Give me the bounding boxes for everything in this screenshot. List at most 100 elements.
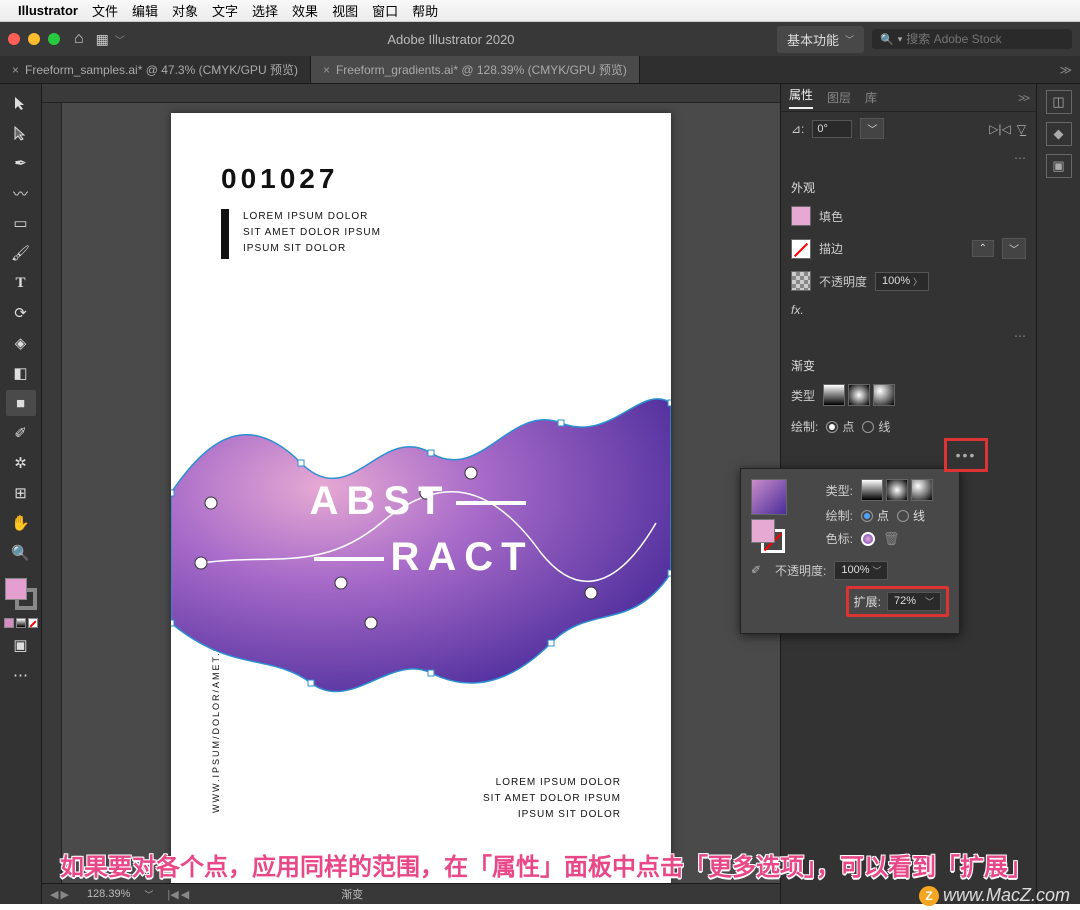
screen-mode[interactable]: ▣ (6, 632, 36, 658)
stroke-weight-dropdown[interactable]: ﹀ (1002, 238, 1026, 259)
pen-tool[interactable]: ✒ (6, 150, 36, 176)
menu-effect[interactable]: 效果 (292, 1, 318, 20)
panel-icon-1[interactable]: ◫ (1046, 90, 1072, 114)
popup-line-radio[interactable]: 线 (897, 507, 925, 524)
menu-type[interactable]: 文字 (212, 1, 238, 20)
draw-point-radio[interactable]: 点 (826, 418, 854, 435)
gradient-thumbnail[interactable] (751, 479, 787, 515)
zoom-tool[interactable]: 🔍 (6, 540, 36, 566)
edit-toolbar[interactable]: ⋯ (6, 662, 36, 688)
fill-stroke-indicator[interactable] (5, 578, 37, 610)
menu-edit[interactable]: 编辑 (132, 1, 158, 20)
menu-help[interactable]: 帮助 (412, 1, 438, 20)
direct-selection-tool[interactable] (6, 120, 36, 146)
popup-freeform-btn[interactable] (911, 479, 933, 501)
maximize-button[interactable] (48, 33, 60, 45)
stock-search[interactable]: 🔍 ▾ (872, 29, 1072, 49)
menu-window[interactable]: 窗口 (372, 1, 398, 20)
draw-line-radio[interactable]: 线 (862, 418, 890, 435)
rectangle-tool[interactable]: ▭ (6, 210, 36, 236)
stroke-row[interactable]: 描边 ⌃ ﹀ (781, 232, 1036, 265)
tab-doc-2[interactable]: × Freeform_gradients.ai* @ 128.39% (CMYK… (311, 56, 640, 83)
popup-fill[interactable] (751, 519, 775, 543)
menu-view[interactable]: 视图 (332, 1, 358, 20)
opacity-row[interactable]: 不透明度 100%〉 (781, 265, 1036, 297)
fill-swatch[interactable] (5, 578, 27, 600)
ruler-horizontal[interactable] (42, 84, 780, 103)
popup-linear-btn[interactable] (861, 479, 883, 501)
home-icon[interactable]: ⌂ (74, 30, 84, 48)
curvature-tool[interactable]: 〰 (6, 180, 36, 206)
popup-opacity-value[interactable]: 100%﹀ (834, 561, 888, 580)
workspace-selector[interactable]: 基本功能 ﹀ (777, 26, 864, 53)
symbol-sprayer-tool[interactable]: ✲ (6, 450, 36, 476)
panel-menu-icon[interactable]: ⋯ (1014, 151, 1026, 165)
artboard-tool[interactable]: ⊞ (6, 480, 36, 506)
tab-overflow[interactable]: ≫ (1051, 63, 1080, 77)
flip-h-icon[interactable]: ▷|◁ (989, 122, 1011, 136)
color-mode-swatch[interactable] (4, 618, 14, 628)
nav-arrows[interactable]: ◀▶ (50, 888, 69, 901)
collapse-icon[interactable]: >> (1018, 91, 1028, 105)
eraser-tool[interactable]: ◧ (6, 360, 36, 386)
zoom-chevron[interactable]: ﹀ (144, 888, 153, 901)
brush-tool[interactable]: 🖌 (6, 240, 36, 266)
arrange-docs-icon[interactable]: ▦ (96, 31, 109, 48)
tab-doc-1[interactable]: × Freeform_samples.ai* @ 47.3% (CMYK/GPU… (0, 56, 311, 83)
fx-row[interactable]: fx. (781, 297, 1036, 323)
opacity-swatch[interactable] (791, 271, 811, 291)
close-icon[interactable]: × (12, 63, 19, 77)
stroke-weight-stepper[interactable]: ⌃ (972, 240, 994, 257)
gradient-tool[interactable]: ■ (6, 390, 36, 416)
opacity-value[interactable]: 100%〉 (875, 272, 929, 291)
popup-point-radio[interactable]: 点 (861, 507, 889, 524)
angle-dropdown[interactable]: ﹀ (860, 118, 884, 139)
color-mode-row (4, 618, 38, 628)
tab-properties[interactable]: 属性 (789, 86, 813, 109)
menu-select[interactable]: 选择 (252, 1, 278, 20)
zoom-level[interactable]: 128.39% (87, 888, 130, 900)
ruler-vertical[interactable] (42, 103, 62, 883)
close-icon[interactable]: × (323, 63, 330, 77)
panel-icon-3[interactable]: ▣ (1046, 154, 1072, 178)
minimize-button[interactable] (28, 33, 40, 45)
panel-icon-2[interactable]: ◆ (1046, 122, 1072, 146)
gradient-type-row: 类型 (781, 378, 1036, 412)
artboard-nav[interactable]: |◀◀ (167, 888, 189, 901)
panel-menu-icon[interactable]: ⋯ (1014, 329, 1026, 343)
search-input[interactable] (906, 32, 1064, 46)
footer-text: LOREM IPSUM DOLOR SIT AMET DOLOR IPSUM I… (483, 775, 621, 823)
popup-fill-stroke[interactable] (751, 519, 787, 555)
transform-row: ⊿: 0° ﹀ ▷|◁ ▽̲ (781, 112, 1036, 145)
stroke-swatch[interactable] (791, 239, 811, 259)
menu-object[interactable]: 对象 (172, 1, 198, 20)
gradient-mode-swatch[interactable] (16, 618, 26, 628)
fill-swatch[interactable] (791, 206, 811, 226)
eyedropper-tool[interactable]: ✐ (6, 420, 36, 446)
hand-tool[interactable]: ✋ (6, 510, 36, 536)
color-stop-swatch[interactable] (861, 532, 875, 546)
popup-radial-btn[interactable] (886, 479, 908, 501)
popup-extend-value[interactable]: 72%﹀ (887, 592, 941, 611)
arrange-docs-chevron[interactable]: ﹀ (115, 32, 125, 47)
linear-gradient-btn[interactable] (823, 384, 845, 406)
radial-gradient-btn[interactable] (848, 384, 870, 406)
selection-tool[interactable] (6, 90, 36, 116)
artboard-wrap[interactable]: 001027 LOREM IPSUM DOLOR SIT AMET DOLOR … (62, 103, 780, 883)
delete-stop-icon[interactable]: 🗑 (883, 531, 900, 547)
close-button[interactable] (8, 33, 20, 45)
flip-v-icon[interactable]: ▽̲ (1017, 122, 1026, 136)
freeform-gradient-btn[interactable] (873, 384, 895, 406)
fill-row[interactable]: 填色 (781, 200, 1036, 232)
eyedropper-icon[interactable]: ✐ (751, 563, 767, 579)
shape-builder-tool[interactable]: ◈ (6, 330, 36, 356)
none-mode-swatch[interactable] (28, 618, 38, 628)
app-name[interactable]: Illustrator (18, 3, 78, 18)
rotate-tool[interactable]: ⟳ (6, 300, 36, 326)
menu-file[interactable]: 文件 (92, 1, 118, 20)
angle-input[interactable]: 0° (812, 120, 852, 138)
more-options-button[interactable]: ••• (944, 438, 988, 472)
tab-libraries[interactable]: 库 (865, 89, 877, 106)
tab-layers[interactable]: 图层 (827, 89, 851, 106)
type-tool[interactable]: T (6, 270, 36, 296)
